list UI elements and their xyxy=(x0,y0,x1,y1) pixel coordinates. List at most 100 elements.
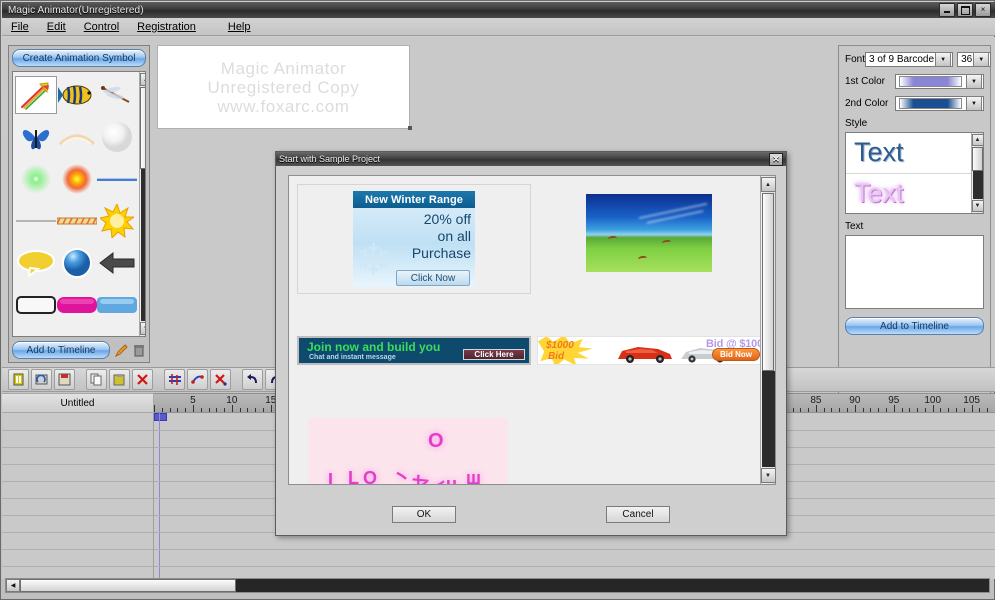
ruler-tick xyxy=(192,405,194,412)
add-keyframe-icon[interactable] xyxy=(187,369,208,390)
undo-icon[interactable] xyxy=(242,369,263,390)
cancel-button[interactable]: Cancel xyxy=(606,505,670,523)
style-scroll-thumb[interactable] xyxy=(972,147,983,171)
symbol-item-blue-rule[interactable] xyxy=(97,161,137,197)
symbol-item-speech-bubble[interactable] xyxy=(16,245,56,281)
create-animation-symbol-button[interactable]: Create Animation Symbol xyxy=(12,49,146,67)
bid-burst-line-1: $1000 xyxy=(546,340,574,351)
symbol-item-striped-bar[interactable] xyxy=(57,203,97,239)
symbol-item-starburst[interactable] xyxy=(97,203,137,239)
symbol-scroll-track[interactable] xyxy=(140,169,145,321)
symbol-item-sun-glow[interactable] xyxy=(57,161,97,197)
style-scroll-track[interactable] xyxy=(972,171,983,199)
style-option-2[interactable]: Text xyxy=(846,174,971,214)
color2-select[interactable]: ▼ xyxy=(895,96,984,111)
sample-cell-winter[interactable]: New Winter Range ❄ 20% off on all Purcha… xyxy=(297,184,531,294)
horizontal-scroll-thumb[interactable] xyxy=(20,579,236,592)
symbol-item-magenta-button[interactable] xyxy=(57,287,97,323)
menu-item-registration[interactable]: Registration xyxy=(128,20,205,34)
remove-keyframe-icon[interactable] xyxy=(210,369,231,390)
menu-item-help[interactable]: Help xyxy=(219,20,260,34)
symbol-item-rainbow-arrow[interactable] xyxy=(15,76,57,114)
timeline-track-header[interactable]: Untitled xyxy=(2,393,154,413)
dialog-scroll-up-button[interactable]: ▲ xyxy=(760,177,776,192)
style-scrollbar[interactable]: ▲ ▼ xyxy=(971,133,983,213)
playhead-handle[interactable] xyxy=(154,413,167,421)
pencil-icon[interactable] xyxy=(114,343,128,357)
font-size-select[interactable]: 36 ▼ xyxy=(957,52,992,67)
open-project-icon[interactable] xyxy=(31,369,52,390)
winter-line-3: Purchase xyxy=(411,245,471,261)
style-scroll-down-button[interactable]: ▼ xyxy=(971,200,983,212)
animation-canvas[interactable]: Magic Animator Unregistered Copy www.fox… xyxy=(157,45,410,129)
dialog-scroll-track[interactable] xyxy=(761,371,775,467)
insert-keyframe-icon[interactable] xyxy=(164,369,185,390)
sample-cell-pink[interactable]: O I L O ヽ ヤ イ u ш xyxy=(308,418,508,484)
timeline-horizontal-scrollbar[interactable]: ◀ xyxy=(5,578,990,593)
symbol-scroll-up-button[interactable]: ▲ xyxy=(139,73,145,86)
join-subline: Chat and instant message xyxy=(309,354,396,361)
style-scroll-up-button[interactable]: ▲ xyxy=(971,134,983,146)
symbol-item-fish[interactable] xyxy=(57,77,97,113)
symbol-grid-scrollbar[interactable]: ▲ ▼ xyxy=(139,72,145,336)
dialog-scroll-thumb[interactable] xyxy=(762,193,774,371)
symbol-item-blue-button[interactable] xyxy=(97,287,137,323)
join-click-here-button[interactable]: Click Here xyxy=(463,349,525,360)
symbol-item-butterfly[interactable] xyxy=(16,119,56,155)
paste-icon[interactable] xyxy=(109,369,130,390)
ruler-tick xyxy=(839,408,841,412)
dialog-scroll-down-button[interactable]: ▼ xyxy=(760,468,776,483)
save-project-icon[interactable] xyxy=(54,369,75,390)
new-project-icon[interactable] xyxy=(8,369,29,390)
ok-button[interactable]: OK xyxy=(392,505,456,523)
scroll-left-button[interactable]: ◀ xyxy=(6,579,20,592)
chevron-down-icon[interactable]: ▼ xyxy=(966,96,982,111)
menu-item-control[interactable]: Control xyxy=(75,20,128,34)
horizontal-scroll-track[interactable] xyxy=(236,579,989,592)
chevron-down-icon[interactable]: ▼ xyxy=(935,52,952,67)
menu-item-file[interactable]: File xyxy=(2,20,38,34)
menu-file-label: File xyxy=(11,20,29,33)
toolbox-footer: Add to Timeline xyxy=(12,341,146,359)
symbol-item-white-sphere[interactable] xyxy=(97,119,137,155)
ruler-tick xyxy=(247,408,249,412)
canvas-handle-right[interactable] xyxy=(408,126,412,130)
symbol-item-thin-line[interactable] xyxy=(16,203,56,239)
font-family-select[interactable]: 3 of 9 Barcode ▼ xyxy=(865,52,954,67)
style-option-1[interactable]: Text xyxy=(846,133,971,174)
chevron-down-icon[interactable]: ▼ xyxy=(973,52,990,67)
symbol-scroll-thumb[interactable] xyxy=(140,87,145,169)
color1-select[interactable]: ▼ xyxy=(895,74,984,89)
sample-cell-grass[interactable] xyxy=(586,194,712,272)
chevron-down-icon[interactable]: ▼ xyxy=(966,74,982,89)
properties-add-to-timeline-button[interactable]: Add to Timeline xyxy=(845,317,984,335)
menu-item-edit[interactable]: Edit xyxy=(38,20,75,34)
ruler-tick xyxy=(169,408,171,412)
pink-glyph-6: イ xyxy=(426,473,448,484)
menu-bar: File Edit Control Registration Help xyxy=(2,18,995,36)
text-input[interactable] xyxy=(845,235,984,309)
close-button[interactable]: × xyxy=(975,3,991,17)
add-to-timeline-button[interactable]: Add to Timeline xyxy=(12,341,110,359)
sample-cell-bid[interactable]: $1000 Bid Bid @ $100 Bid Now xyxy=(537,336,760,365)
sample-cell-join[interactable]: Join now and build you Chat and instant … xyxy=(297,336,531,365)
dialog-close-button[interactable]: ✕ xyxy=(769,152,783,166)
maximize-button[interactable] xyxy=(957,3,973,17)
symbol-item-white-button[interactable] xyxy=(16,287,56,323)
trash-icon[interactable] xyxy=(132,343,146,357)
symbol-scroll-down-button[interactable]: ▼ xyxy=(139,322,145,335)
bid-now-button[interactable]: Bid Now xyxy=(712,348,760,361)
symbol-item-dragonfly[interactable] xyxy=(97,77,137,113)
dialog-scrollbar[interactable]: ▲ ▼ xyxy=(760,176,776,484)
symbol-item-arc-glow[interactable] xyxy=(57,119,97,155)
copy-icon[interactable] xyxy=(86,369,107,390)
symbol-item-green-glow[interactable] xyxy=(16,161,56,197)
join-headline: Join now and build you xyxy=(307,340,441,354)
symbol-item-left-arrow[interactable] xyxy=(97,245,137,281)
symbol-item-blue-orb[interactable] xyxy=(57,245,97,281)
ruler-tick xyxy=(893,405,895,412)
winter-click-now-button[interactable]: Click Now xyxy=(396,270,470,286)
ruler-tick xyxy=(971,405,973,412)
delete-icon[interactable] xyxy=(132,369,153,390)
minimize-button[interactable] xyxy=(939,3,955,17)
